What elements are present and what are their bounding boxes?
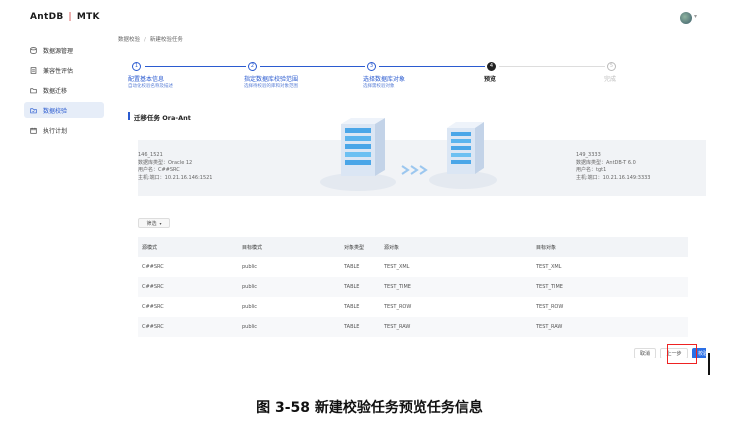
cell-target-object: TEST_ROW (536, 304, 564, 310)
cell-source-object: TEST_ROW (384, 304, 412, 310)
step-connector (145, 66, 246, 67)
source-host: 主机:端口：10.21.16.146:1521 (138, 174, 213, 181)
cell-source-schema: C##SRC (142, 324, 164, 330)
breadcrumb: 数据校验 / 新建校验任务 (118, 35, 183, 43)
cell-target-object: TEST_XML (536, 264, 562, 270)
step-5-title: 完成 (604, 76, 617, 83)
step-4-dot: 4 (487, 62, 496, 71)
sidebar-item-compat[interactable]: 兼容性评估 (24, 62, 104, 78)
step-1-desc: 自动化校验名称及描述 (128, 84, 173, 89)
app-window: AntDB | MTK ▾ 数据源管理 兼容性评估 数据迁移 数据校验 执行计划 数… (20, 0, 706, 358)
table-row[interactable]: C##SRC public TABLE TEST_RAW TEST_RAW (138, 317, 688, 337)
cell-target-schema: public (242, 264, 258, 270)
report-icon (30, 66, 37, 74)
chevron-down-icon: ▾ (159, 220, 162, 226)
cell-source-schema: C##SRC (142, 304, 164, 310)
target-info: 149_3333 数据库类型：AntDB-T 6.0 用户名：tgt1 主机:端… (576, 152, 651, 182)
top-bar: AntDB | MTK ▾ (20, 0, 706, 32)
step-4-title: 预览 (484, 76, 497, 83)
text-cursor (708, 353, 710, 375)
source-db-type: 数据库类型：Oracle 12 (138, 159, 193, 166)
sidebar-item-label: 兼容性评估 (43, 67, 74, 75)
breadcrumb-current: 新建校验任务 (149, 37, 183, 43)
filter-dropdown[interactable]: 筛选 ▾ (138, 218, 170, 228)
cancel-button[interactable]: 取消 (634, 348, 656, 358)
table-header: 源模式 目标模式 对象类型 源对象 目标对象 (138, 237, 688, 257)
cell-target-schema: public (242, 284, 258, 290)
cell-source-object: TEST_RAW (384, 324, 411, 330)
target-name: 149_3333 (576, 152, 601, 158)
sidebar-item-datasource[interactable]: 数据源管理 (24, 42, 104, 58)
step-connector (260, 66, 365, 67)
step-1-dot: 1 (132, 62, 141, 71)
table-row[interactable]: C##SRC public TABLE TEST_XML TEST_XML (138, 257, 688, 277)
step-5-dot: 5 (607, 62, 616, 71)
chevron-down-icon[interactable]: ▾ (694, 13, 697, 20)
calendar-icon (30, 127, 37, 134)
cell-object-type: TABLE (344, 324, 360, 330)
cell-target-schema: public (242, 324, 258, 330)
folder-check-icon (30, 107, 37, 113)
sidebar-item-verify[interactable]: 数据校验 (24, 102, 104, 118)
table-row[interactable]: C##SRC public TABLE TEST_ROW TEST_ROW (138, 297, 688, 317)
col-target-schema: 目标模式 (242, 245, 263, 251)
cell-object-type: TABLE (344, 284, 360, 290)
col-source-schema: 源模式 (142, 245, 158, 251)
logo-separator: | (68, 12, 72, 22)
source-info: 146_1521 数据库类型：Oracle 12 用户名：C##SRC 主机:端… (138, 152, 213, 182)
breadcrumb-parent[interactable]: 数据校验 (118, 37, 140, 43)
target-host: 主机:端口：10.21.16.149:3333 (576, 174, 651, 181)
logo-mtk: MTK (76, 12, 100, 22)
step-connector (379, 66, 485, 67)
step-3-desc: 选择需校验对象 (363, 84, 395, 89)
folder-icon (30, 87, 37, 93)
source-user: 用户名：C##SRC (138, 167, 180, 173)
sidebar-item-migration[interactable]: 数据迁移 (24, 82, 104, 98)
figure-caption: 图 3-58 新建校验任务预览任务信息 (256, 400, 483, 416)
sidebar-item-label: 数据迁移 (43, 87, 68, 95)
target-db-type: 数据库类型：AntDB-T 6.0 (576, 159, 636, 166)
target-server-illustration (423, 114, 503, 194)
step-connector (499, 66, 605, 67)
cell-target-object: TEST_RAW (536, 324, 563, 330)
step-2-desc: 选择待校验的库和对象范围 (244, 84, 298, 89)
sidebar-item-label: 数据校验 (43, 107, 68, 115)
cell-object-type: TABLE (344, 304, 360, 310)
main-content: 数据校验 / 新建校验任务 1 配置基本信息 自动化校验名称及描述 2 指定数据库校… (118, 32, 706, 358)
logo-antdb: AntDB (30, 12, 64, 22)
cell-source-object: TEST_XML (384, 264, 410, 270)
sidebar-item-schedule[interactable]: 执行计划 (24, 122, 104, 138)
section-marker (128, 112, 130, 120)
filter-label: 筛选 (146, 220, 157, 227)
database-icon (30, 46, 37, 54)
breadcrumb-separator: / (144, 37, 146, 43)
source-server-illustration (313, 114, 403, 194)
source-target-banner: 146_1521 数据库类型：Oracle 12 用户名：C##SRC 主机:端… (138, 118, 706, 196)
step-3-title: 选择数据库对象 (363, 76, 406, 83)
cell-target-schema: public (242, 304, 258, 310)
step-indicator: 1 配置基本信息 自动化校验名称及描述 2 指定数据库校验范围 选择待校验的库和… (128, 62, 688, 92)
sidebar-item-label: 数据源管理 (43, 47, 74, 55)
cell-source-schema: C##SRC (142, 284, 164, 290)
cell-target-object: TEST_TIME (536, 284, 563, 290)
col-source-object: 源对象 (384, 245, 400, 251)
user-avatar[interactable] (680, 12, 692, 24)
cell-source-object: TEST_TIME (384, 284, 411, 290)
step-3-dot: 3 (367, 62, 376, 71)
col-target-object: 目标对象 (536, 245, 557, 251)
col-object-type: 对象类型 (344, 245, 365, 251)
cell-object-type: TABLE (344, 264, 360, 270)
step-2-dot: 2 (248, 62, 257, 71)
table-row[interactable]: C##SRC public TABLE TEST_TIME TEST_TIME (138, 277, 688, 297)
cell-source-schema: C##SRC (142, 264, 164, 270)
step-2-title: 指定数据库校验范围 (244, 76, 299, 83)
highlight-box (667, 344, 697, 364)
app-logo: AntDB | MTK (30, 12, 100, 22)
source-name: 146_1521 (138, 152, 163, 158)
sidebar-item-label: 执行计划 (43, 127, 68, 135)
target-user: 用户名：tgt1 (576, 167, 607, 173)
step-1-title: 配置基本信息 (128, 76, 165, 83)
section-title: 迁移任务 Ora-Ant (134, 114, 191, 122)
